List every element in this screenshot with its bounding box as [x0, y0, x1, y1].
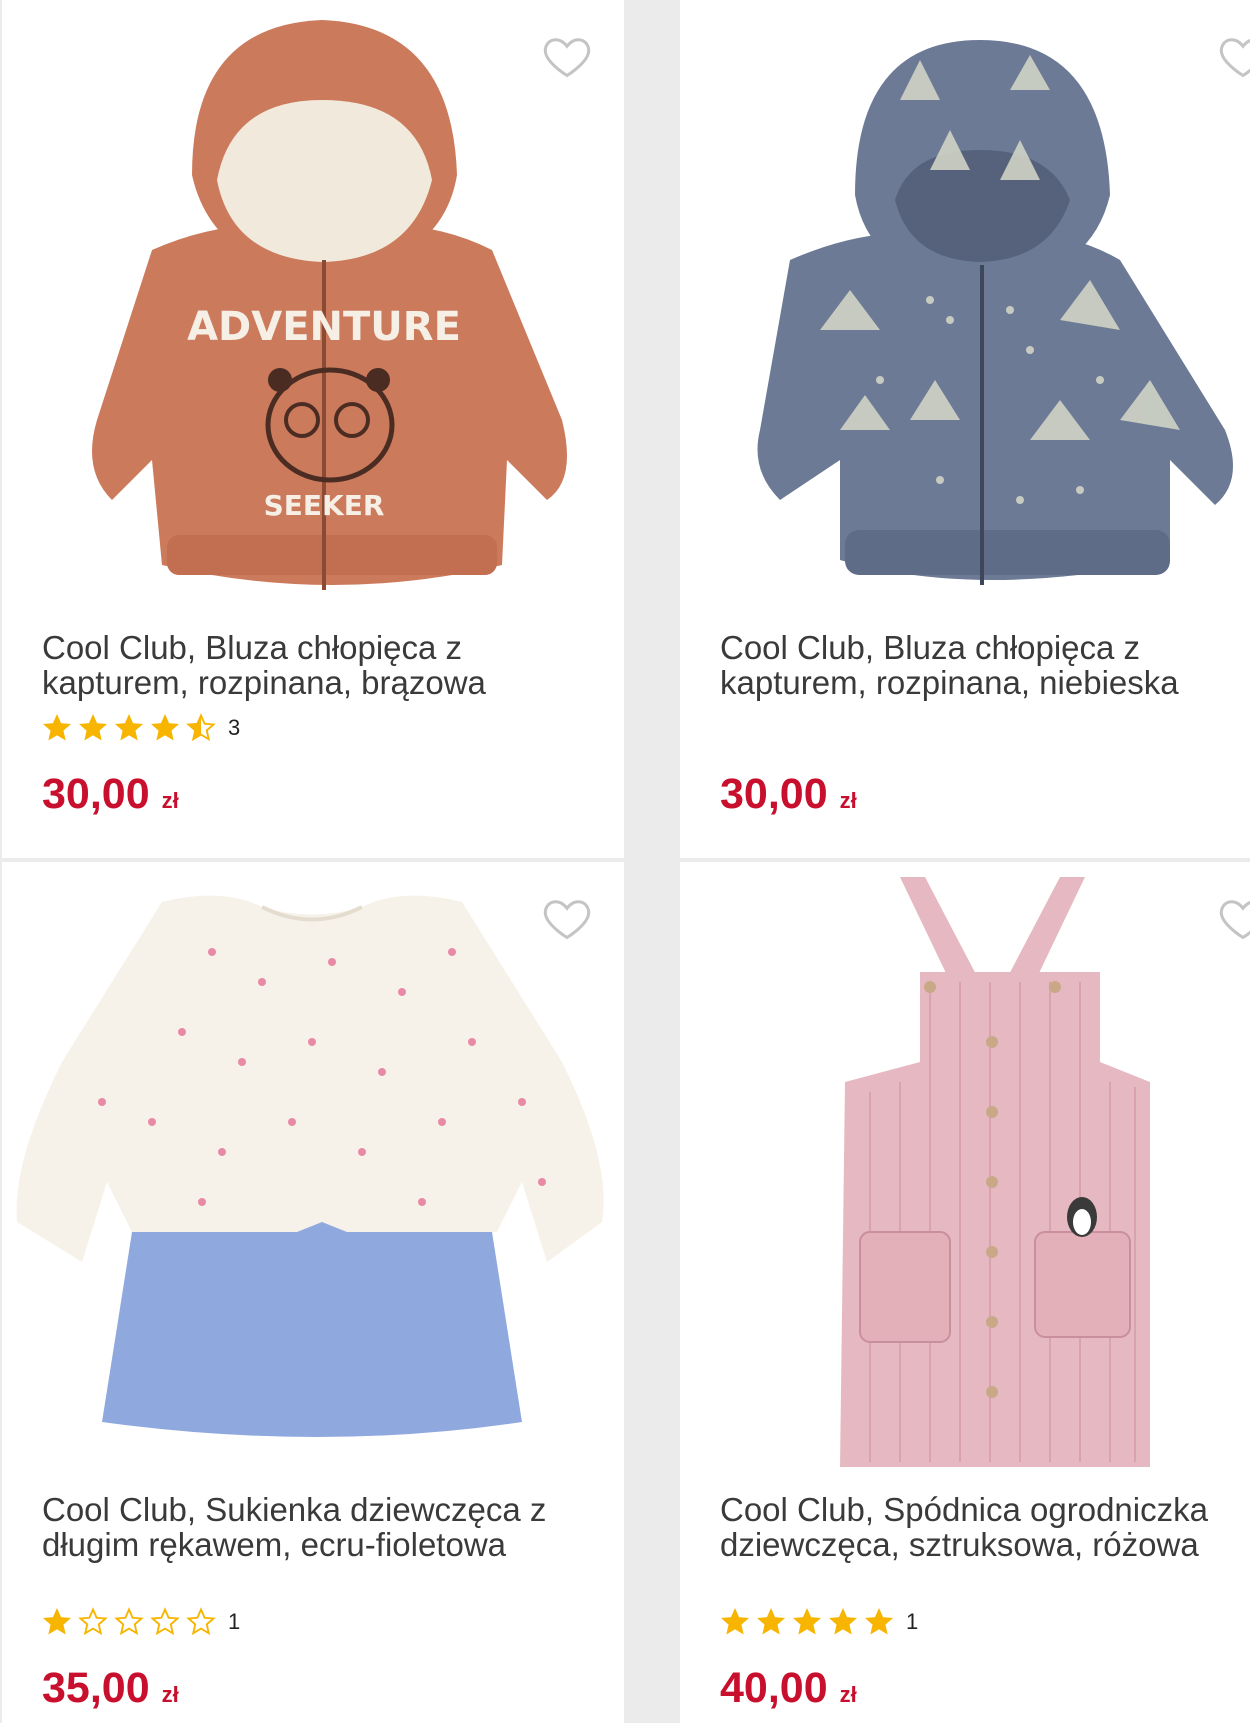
star-icon	[42, 713, 72, 741]
rating-count: 3	[228, 715, 241, 740]
price-currency: zł	[839, 1682, 857, 1707]
product-card[interactable]: ADVENTURE SEEKER Cool Club, Bluza chłopi…	[2, 0, 624, 858]
star-icon	[186, 1607, 216, 1636]
rating-stars	[42, 1607, 216, 1637]
product-rating: 1	[42, 1606, 240, 1638]
star-icon	[864, 1607, 894, 1635]
price-value: 30,00	[720, 770, 828, 818]
product-rating: 1	[720, 1606, 918, 1638]
product-title[interactable]: Cool Club, Sukienka dziewczęca z długim …	[42, 1492, 604, 1562]
star-icon	[186, 713, 216, 742]
price-value: 35,00	[42, 1664, 150, 1712]
product-price: 30,00 zł	[42, 770, 179, 819]
price-currency: zł	[161, 788, 179, 813]
product-image[interactable]	[680, 0, 1250, 620]
heart-icon[interactable]	[539, 30, 595, 82]
product-price: 30,00 zł	[720, 770, 857, 819]
product-price: 35,00 zł	[42, 1664, 179, 1713]
rating-stars	[42, 713, 216, 743]
pink-pinafore-image	[840, 877, 1150, 1467]
price-value: 40,00	[720, 1664, 828, 1712]
product-card[interactable]: Cool Club, Bluza chłopięca z kapturem, r…	[680, 0, 1250, 858]
price-currency: zł	[161, 1682, 179, 1707]
blue-patterned-hoodie-image	[757, 40, 1233, 585]
product-title[interactable]: Cool Club, Bluza chłopięca z kapturem, r…	[42, 630, 604, 700]
svg-text:ADVENTURE: ADVENTURE	[187, 304, 461, 350]
star-icon	[828, 1607, 858, 1635]
star-icon	[114, 1607, 144, 1636]
star-icon	[42, 1607, 72, 1635]
brown-hoodie-image: ADVENTURE SEEKER	[92, 20, 567, 590]
star-icon	[78, 713, 108, 741]
heart-icon[interactable]	[1215, 892, 1250, 944]
star-icon	[150, 713, 180, 741]
star-icon	[150, 1607, 180, 1636]
product-title[interactable]: Cool Club, Spódnica ogrodniczka dziewczę…	[720, 1492, 1230, 1562]
product-image[interactable]: ADVENTURE SEEKER	[2, 0, 624, 620]
product-image[interactable]	[2, 862, 624, 1482]
product-title[interactable]: Cool Club, Bluza chłopięca z kapturem, r…	[720, 630, 1230, 700]
price-currency: zł	[839, 788, 857, 813]
ecru-blue-dress-image	[16, 895, 604, 1437]
product-rating: 3	[42, 712, 240, 744]
svg-text:SEEKER: SEEKER	[264, 489, 385, 522]
rating-count: 1	[228, 1609, 241, 1634]
star-icon	[114, 713, 144, 741]
price-value: 30,00	[42, 770, 150, 818]
star-icon	[756, 1607, 786, 1635]
product-price: 40,00 zł	[720, 1664, 857, 1713]
product-image[interactable]	[680, 862, 1250, 1482]
star-icon	[792, 1607, 822, 1635]
product-card[interactable]: Cool Club, Spódnica ogrodniczka dziewczę…	[680, 862, 1250, 1723]
heart-icon[interactable]	[1215, 30, 1250, 82]
star-icon	[78, 1607, 108, 1636]
rating-count: 1	[906, 1609, 919, 1634]
heart-icon[interactable]	[539, 892, 595, 944]
star-icon	[720, 1607, 750, 1635]
rating-stars	[720, 1607, 894, 1637]
product-card[interactable]: Cool Club, Sukienka dziewczęca z długim …	[2, 862, 624, 1723]
